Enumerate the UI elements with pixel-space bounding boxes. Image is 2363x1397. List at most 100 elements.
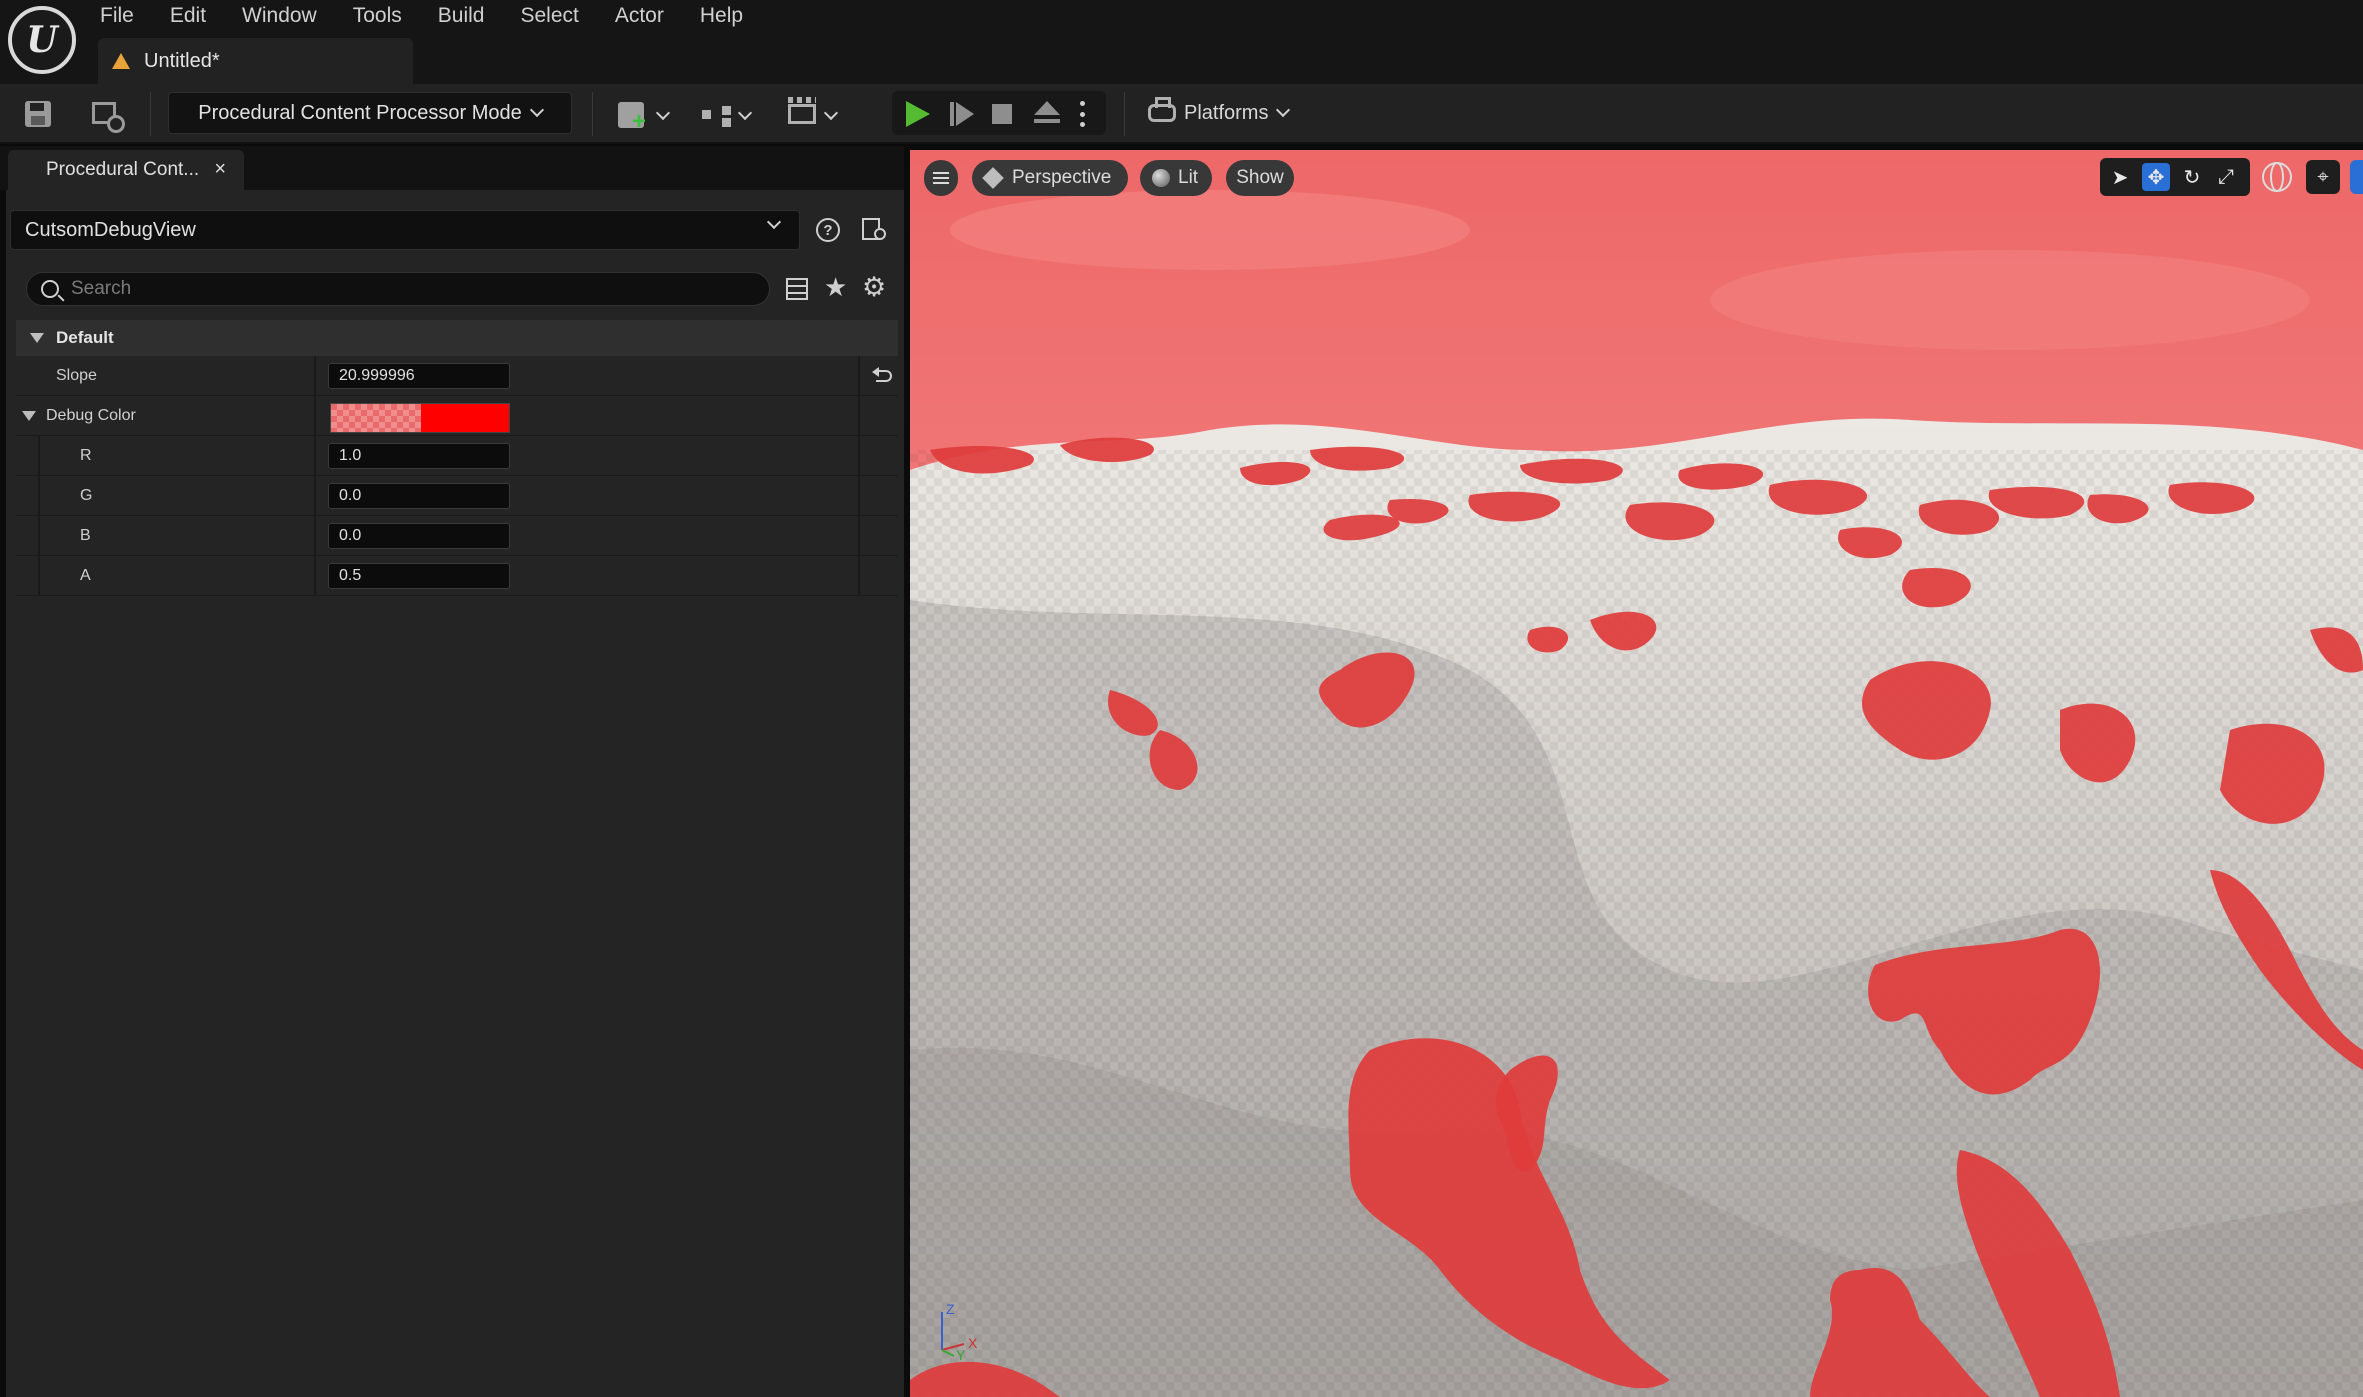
viewport-scene (910, 150, 2363, 1397)
show-flags-button[interactable]: Show (1226, 160, 1294, 196)
document-tab[interactable]: Untitled* (98, 38, 413, 84)
cloud (1710, 250, 2310, 350)
axis-icon: Z Y X (941, 1301, 978, 1360)
property-label-g: G (80, 487, 93, 504)
property-value-cell: 20.999996 (314, 356, 860, 396)
select-cursor-icon[interactable]: ➤ (2106, 163, 2134, 191)
axis-label-z: Z (946, 1301, 955, 1317)
play-icon[interactable] (906, 101, 930, 127)
alpha-preview (331, 404, 421, 432)
close-icon[interactable]: × (214, 158, 226, 181)
platforms-button[interactable]: Platforms (1148, 96, 1291, 130)
perspective-label: Perspective (1012, 167, 1112, 188)
quick-add-button[interactable]: + (618, 98, 674, 135)
grid-snap-button[interactable] (2350, 160, 2363, 194)
property-row-a: A 0.5 (16, 556, 898, 596)
property-name-cell: B (16, 516, 312, 556)
search-input[interactable] (71, 278, 751, 300)
scale-icon[interactable]: ⤢ (2212, 163, 2240, 191)
rotate-icon[interactable]: ↻ (2178, 163, 2206, 191)
menu-select[interactable]: Select (502, 0, 596, 34)
color-swatch[interactable] (330, 403, 510, 433)
property-label-debug-color: Debug Color (46, 407, 136, 424)
menu-tools[interactable]: Tools (335, 0, 420, 34)
chevron-down-icon (737, 105, 753, 121)
expand-arrow-icon[interactable] (30, 333, 44, 343)
axis-label-y: Y (956, 1347, 966, 1360)
property-value-cell: 0.0 (314, 516, 860, 556)
menu-build[interactable]: Build (420, 0, 503, 34)
level-icon (112, 53, 130, 69)
object-selector-dropdown[interactable]: CutsomDebugView (10, 210, 800, 250)
menu-help[interactable]: Help (682, 0, 761, 34)
show-label: Show (1236, 167, 1284, 188)
mode-dropdown[interactable]: Procedural Content Processor Mode (168, 92, 572, 134)
more-options-icon[interactable] (1078, 101, 1086, 127)
globe-icon[interactable] (2262, 162, 2292, 192)
surface-snap-icon[interactable]: ⌖ (2306, 160, 2340, 194)
chevron-down-icon (823, 105, 839, 121)
browse-asset-icon[interactable] (862, 218, 888, 242)
category-label: Default (56, 328, 114, 347)
search-field[interactable] (26, 272, 770, 306)
stop-icon[interactable] (992, 104, 1012, 124)
plus-icon: + (632, 108, 647, 135)
property-row-debug-color: Debug Color (16, 396, 898, 436)
toolbar-divider (150, 92, 151, 136)
transform-tools: ➤ ✥ ↻ ⤢ (2100, 158, 2250, 196)
clapperboard-icon (788, 97, 816, 124)
eject-icon[interactable] (1034, 101, 1060, 127)
star-icon[interactable]: ★ (824, 272, 847, 303)
b-input[interactable]: 0.0 (328, 523, 510, 549)
property-name-cell: A (16, 556, 312, 596)
platforms-icon (1148, 97, 1176, 122)
chevron-down-icon (1276, 102, 1291, 118)
property-value-cell: 1.0 (314, 436, 860, 476)
r-input[interactable]: 1.0 (328, 443, 510, 469)
toolbar-divider (592, 92, 593, 136)
title-bar: U File Edit Window Tools Build Select Ac… (0, 0, 2363, 84)
menu-actor[interactable]: Actor (597, 0, 682, 34)
property-name-cell: Slope (16, 356, 312, 396)
blueprints-button[interactable] (700, 98, 756, 130)
property-row-b: B 0.0 (16, 516, 898, 556)
panel-tab-strip: Procedural Cont... × (0, 146, 904, 190)
reset-to-default-icon[interactable] (872, 366, 892, 386)
unreal-logo-icon[interactable]: U (8, 6, 76, 74)
advance-frame-icon[interactable] (950, 102, 974, 126)
axis-label-x: X (968, 1335, 978, 1351)
content-browser-button[interactable] (88, 98, 125, 133)
chevron-down-icon (655, 105, 671, 121)
save-button[interactable] (22, 98, 54, 130)
category-header-default[interactable]: Default (16, 320, 898, 356)
browse-folder-icon (92, 102, 125, 133)
help-icon[interactable]: ? (816, 218, 840, 242)
chevron-down-icon (529, 102, 544, 118)
table-view-icon[interactable] (786, 278, 808, 300)
menu-edit[interactable]: Edit (152, 0, 224, 34)
document-tab-label: Untitled* (144, 49, 220, 72)
toolbar-divider (1124, 92, 1125, 136)
property-name-cell: Debug Color (16, 396, 312, 436)
menu-file[interactable]: File (82, 0, 152, 34)
level-viewport[interactable]: Perspective Lit Show ➤ ✥ ↻ ⤢ ⌖ Z Y X (910, 150, 2363, 1397)
property-label-r: R (80, 447, 92, 464)
perspective-view-button[interactable]: Perspective (972, 160, 1128, 196)
translate-icon[interactable]: ✥ (2142, 163, 2170, 191)
lit-view-mode-button[interactable]: Lit (1140, 160, 1212, 196)
logo-letter: U (26, 19, 58, 61)
lit-label: Lit (1178, 167, 1199, 188)
lit-sphere-icon (1152, 169, 1170, 187)
menu-window[interactable]: Window (224, 0, 335, 34)
solid-color-preview (421, 404, 509, 432)
g-input[interactable]: 0.0 (328, 483, 510, 509)
panel-tab-label: Procedural Cont... (46, 159, 200, 180)
tab-procedural-content[interactable]: Procedural Cont... × (8, 150, 244, 190)
expand-arrow-icon[interactable] (22, 411, 36, 421)
viewport-options-button[interactable] (924, 160, 958, 196)
gear-icon[interactable]: ⚙ (862, 272, 886, 303)
a-input[interactable]: 0.5 (328, 563, 510, 589)
cloud (950, 190, 1470, 270)
slope-input[interactable]: 20.999996 (328, 363, 510, 389)
cinematics-button[interactable] (786, 97, 842, 130)
